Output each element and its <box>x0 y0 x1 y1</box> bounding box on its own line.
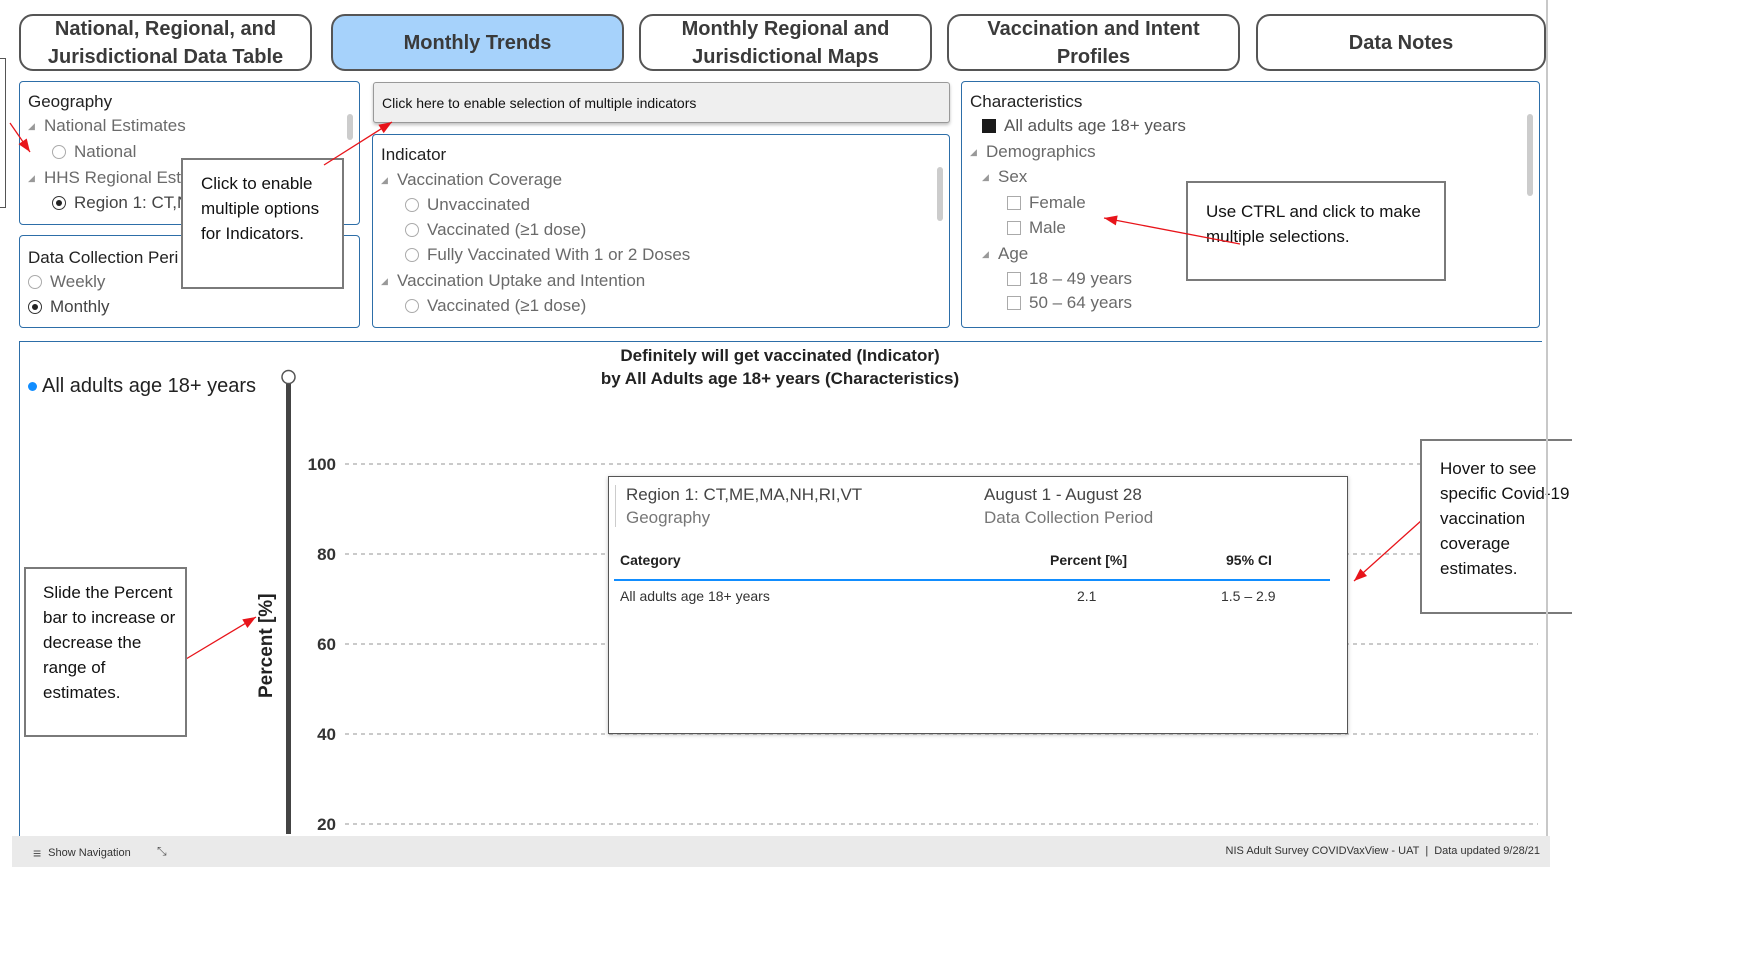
arrowhead-icon <box>378 122 392 134</box>
arrowhead-icon <box>242 617 256 628</box>
tooltip-geography-value: Region 1: CT,ME,MA,NH,RI,VT <box>626 485 863 504</box>
y-tick-label: 40 <box>317 725 336 744</box>
y-tick-label: 80 <box>317 545 336 564</box>
y-tick-label: 20 <box>317 815 336 834</box>
tooltip-header-rule <box>614 579 1330 581</box>
y-tick-label: 60 <box>317 635 336 654</box>
tooltip-row-category: All adults age 18+ years <box>620 588 770 604</box>
tooltip-row-ci: 1.5 – 2.9 <box>1221 588 1276 604</box>
tooltip-col-ci: 95% CI <box>1226 552 1272 568</box>
collapse-icon[interactable]: ⤡ <box>157 844 167 859</box>
data-updated: Data updated 9/28/21 <box>1434 845 1540 857</box>
arrowhead-icon <box>18 138 30 152</box>
tooltip-row-percent: 2.1 <box>1077 588 1097 604</box>
range-slider-track[interactable] <box>286 382 291 834</box>
report-name: NIS Adult Survey COVIDVaxView - UAT <box>1225 845 1420 857</box>
status-right: NIS Adult Survey COVIDVaxView - UAT | Da… <box>1226 845 1540 857</box>
callout-hover-tooltip: Hover to see specific Covid-19 vaccinati… <box>1420 439 1572 614</box>
status-bar: ≡ Show Navigation ⤡ NIS Adult Survey COV… <box>12 836 1550 867</box>
show-navigation-button[interactable]: ≡ Show Navigation <box>33 845 131 861</box>
callout-text: Hover to see specific Covid-19 vaccinati… <box>1440 459 1570 578</box>
arrowhead-icon <box>1104 215 1118 226</box>
annotation-arrow <box>1353 519 1423 582</box>
y-tick-label: 100 <box>308 455 336 474</box>
tooltip-geography-label: Geography <box>626 508 711 527</box>
callout-text: Slide the Percent bar to increase or dec… <box>43 583 176 702</box>
y-axis-label: Percent [%] <box>256 593 277 698</box>
callout-slide-percent: Slide the Percent bar to increase or dec… <box>24 567 187 737</box>
status-separator: | <box>1425 845 1429 857</box>
page-scrollbar[interactable] <box>1546 0 1548 842</box>
hover-tooltip: Region 1: CT,ME,MA,NH,RI,VT Geography Au… <box>608 476 1348 734</box>
tooltip-period-value: August 1 - August 28 <box>984 485 1142 504</box>
tooltip-col-percent: Percent [%] <box>1050 552 1128 568</box>
tooltip-col-category: Category <box>620 552 681 568</box>
annotation-arrow <box>1103 217 1241 245</box>
show-navigation-label: Show Navigation <box>48 847 131 859</box>
tooltip-divider <box>615 485 616 527</box>
tooltip-period-label: Data Collection Period <box>984 508 1154 527</box>
range-slider-handle[interactable] <box>281 369 296 385</box>
menu-icon: ≡ <box>33 845 42 861</box>
